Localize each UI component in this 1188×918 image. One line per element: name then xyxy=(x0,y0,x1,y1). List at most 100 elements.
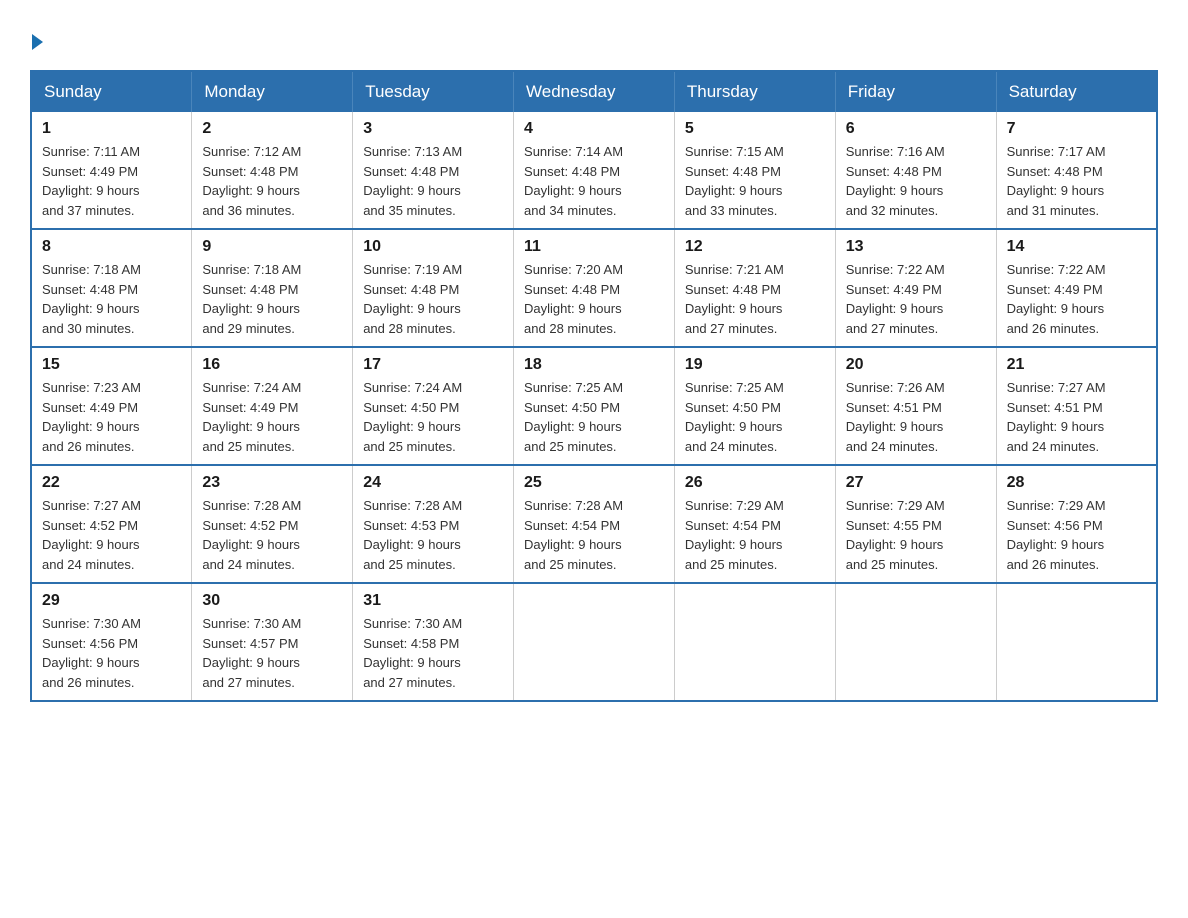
day-number: 1 xyxy=(42,120,181,138)
calendar-body: 1 Sunrise: 7:11 AMSunset: 4:49 PMDaylight… xyxy=(31,112,1157,701)
day-of-week-header: Saturday xyxy=(996,71,1157,112)
calendar-cell: 9 Sunrise: 7:18 AMSunset: 4:48 PMDaylight… xyxy=(192,229,353,347)
calendar-cell: 30 Sunrise: 7:30 AMSunset: 4:57 PMDayligh… xyxy=(192,583,353,701)
calendar-cell: 16 Sunrise: 7:24 AMSunset: 4:49 PMDayligh… xyxy=(192,347,353,465)
day-number: 16 xyxy=(202,356,342,374)
day-info: Sunrise: 7:18 AMSunset: 4:48 PMDaylight:… xyxy=(202,260,342,338)
day-info: Sunrise: 7:20 AMSunset: 4:48 PMDaylight:… xyxy=(524,260,664,338)
day-info: Sunrise: 7:30 AMSunset: 4:58 PMDaylight:… xyxy=(363,614,503,692)
day-info: Sunrise: 7:28 AMSunset: 4:53 PMDaylight:… xyxy=(363,496,503,574)
calendar-cell: 28 Sunrise: 7:29 AMSunset: 4:56 PMDayligh… xyxy=(996,465,1157,583)
calendar-cell: 24 Sunrise: 7:28 AMSunset: 4:53 PMDayligh… xyxy=(353,465,514,583)
day-info: Sunrise: 7:22 AMSunset: 4:49 PMDaylight:… xyxy=(1007,260,1146,338)
calendar-cell: 15 Sunrise: 7:23 AMSunset: 4:49 PMDayligh… xyxy=(31,347,192,465)
calendar-cell: 31 Sunrise: 7:30 AMSunset: 4:58 PMDayligh… xyxy=(353,583,514,701)
day-of-week-header: Monday xyxy=(192,71,353,112)
calendar-cell xyxy=(674,583,835,701)
day-info: Sunrise: 7:21 AMSunset: 4:48 PMDaylight:… xyxy=(685,260,825,338)
day-info: Sunrise: 7:28 AMSunset: 4:54 PMDaylight:… xyxy=(524,496,664,574)
day-number: 20 xyxy=(846,356,986,374)
logo xyxy=(30,30,43,50)
calendar-week-row: 29 Sunrise: 7:30 AMSunset: 4:56 PMDayligh… xyxy=(31,583,1157,701)
day-info: Sunrise: 7:24 AMSunset: 4:50 PMDaylight:… xyxy=(363,378,503,456)
days-of-week-row: SundayMondayTuesdayWednesdayThursdayFrid… xyxy=(31,71,1157,112)
day-info: Sunrise: 7:17 AMSunset: 4:48 PMDaylight:… xyxy=(1007,142,1146,220)
calendar-table: SundayMondayTuesdayWednesdayThursdayFrid… xyxy=(30,70,1158,702)
day-number: 3 xyxy=(363,120,503,138)
day-info: Sunrise: 7:25 AMSunset: 4:50 PMDaylight:… xyxy=(685,378,825,456)
day-info: Sunrise: 7:15 AMSunset: 4:48 PMDaylight:… xyxy=(685,142,825,220)
day-info: Sunrise: 7:28 AMSunset: 4:52 PMDaylight:… xyxy=(202,496,342,574)
calendar-cell: 14 Sunrise: 7:22 AMSunset: 4:49 PMDayligh… xyxy=(996,229,1157,347)
day-number: 31 xyxy=(363,592,503,610)
day-info: Sunrise: 7:27 AMSunset: 4:51 PMDaylight:… xyxy=(1007,378,1146,456)
day-info: Sunrise: 7:25 AMSunset: 4:50 PMDaylight:… xyxy=(524,378,664,456)
day-number: 22 xyxy=(42,474,181,492)
day-of-week-header: Sunday xyxy=(31,71,192,112)
day-of-week-header: Tuesday xyxy=(353,71,514,112)
calendar-cell: 4Sunrise: 7:14 AMSunset: 4:48 PMDaylight… xyxy=(514,112,675,229)
day-number: 18 xyxy=(524,356,664,374)
calendar-cell: 11 Sunrise: 7:20 AMSunset: 4:48 PMDayligh… xyxy=(514,229,675,347)
day-info: Sunrise: 7:19 AMSunset: 4:48 PMDaylight:… xyxy=(363,260,503,338)
calendar-cell: 2Sunrise: 7:12 AMSunset: 4:48 PMDaylight… xyxy=(192,112,353,229)
calendar-cell xyxy=(514,583,675,701)
calendar-week-row: 15 Sunrise: 7:23 AMSunset: 4:49 PMDayligh… xyxy=(31,347,1157,465)
day-of-week-header: Friday xyxy=(835,71,996,112)
day-info: Sunrise: 7:12 AMSunset: 4:48 PMDaylight:… xyxy=(202,142,342,220)
day-number: 7 xyxy=(1007,120,1146,138)
day-info: Sunrise: 7:23 AMSunset: 4:49 PMDaylight:… xyxy=(42,378,181,456)
day-number: 14 xyxy=(1007,238,1146,256)
calendar-cell: 17 Sunrise: 7:24 AMSunset: 4:50 PMDayligh… xyxy=(353,347,514,465)
day-of-week-header: Wednesday xyxy=(514,71,675,112)
calendar-cell: 6 Sunrise: 7:16 AMSunset: 4:48 PMDaylight… xyxy=(835,112,996,229)
day-number: 29 xyxy=(42,592,181,610)
calendar-cell: 13 Sunrise: 7:22 AMSunset: 4:49 PMDayligh… xyxy=(835,229,996,347)
day-number: 6 xyxy=(846,120,986,138)
calendar-cell: 5 Sunrise: 7:15 AMSunset: 4:48 PMDaylight… xyxy=(674,112,835,229)
calendar-cell: 3 Sunrise: 7:13 AMSunset: 4:48 PMDaylight… xyxy=(353,112,514,229)
calendar-week-row: 8 Sunrise: 7:18 AMSunset: 4:48 PMDaylight… xyxy=(31,229,1157,347)
calendar-header: SundayMondayTuesdayWednesdayThursdayFrid… xyxy=(31,71,1157,112)
day-number: 23 xyxy=(202,474,342,492)
day-of-week-header: Thursday xyxy=(674,71,835,112)
calendar-cell: 1 Sunrise: 7:11 AMSunset: 4:49 PMDaylight… xyxy=(31,112,192,229)
day-info: Sunrise: 7:11 AMSunset: 4:49 PMDaylight:… xyxy=(42,142,181,220)
day-info: Sunrise: 7:13 AMSunset: 4:48 PMDaylight:… xyxy=(363,142,503,220)
day-number: 17 xyxy=(363,356,503,374)
day-info: Sunrise: 7:24 AMSunset: 4:49 PMDaylight:… xyxy=(202,378,342,456)
day-number: 24 xyxy=(363,474,503,492)
calendar-cell: 29 Sunrise: 7:30 AMSunset: 4:56 PMDayligh… xyxy=(31,583,192,701)
day-info: Sunrise: 7:22 AMSunset: 4:49 PMDaylight:… xyxy=(846,260,986,338)
day-number: 28 xyxy=(1007,474,1146,492)
day-number: 4 xyxy=(524,120,664,138)
calendar-cell: 22 Sunrise: 7:27 AMSunset: 4:52 PMDayligh… xyxy=(31,465,192,583)
day-number: 11 xyxy=(524,238,664,256)
logo-arrow-icon xyxy=(32,34,43,50)
day-info: Sunrise: 7:29 AMSunset: 4:56 PMDaylight:… xyxy=(1007,496,1146,574)
calendar-cell: 25 Sunrise: 7:28 AMSunset: 4:54 PMDayligh… xyxy=(514,465,675,583)
day-number: 10 xyxy=(363,238,503,256)
day-number: 15 xyxy=(42,356,181,374)
day-number: 30 xyxy=(202,592,342,610)
calendar-cell: 26 Sunrise: 7:29 AMSunset: 4:54 PMDayligh… xyxy=(674,465,835,583)
calendar-cell: 27Sunrise: 7:29 AMSunset: 4:55 PMDayligh… xyxy=(835,465,996,583)
day-info: Sunrise: 7:18 AMSunset: 4:48 PMDaylight:… xyxy=(42,260,181,338)
day-info: Sunrise: 7:16 AMSunset: 4:48 PMDaylight:… xyxy=(846,142,986,220)
calendar-cell: 20Sunrise: 7:26 AMSunset: 4:51 PMDayligh… xyxy=(835,347,996,465)
day-number: 8 xyxy=(42,238,181,256)
day-number: 5 xyxy=(685,120,825,138)
day-number: 12 xyxy=(685,238,825,256)
calendar-cell: 7 Sunrise: 7:17 AMSunset: 4:48 PMDaylight… xyxy=(996,112,1157,229)
calendar-cell: 18 Sunrise: 7:25 AMSunset: 4:50 PMDayligh… xyxy=(514,347,675,465)
calendar-cell xyxy=(996,583,1157,701)
day-number: 13 xyxy=(846,238,986,256)
day-info: Sunrise: 7:30 AMSunset: 4:57 PMDaylight:… xyxy=(202,614,342,692)
day-number: 25 xyxy=(524,474,664,492)
day-info: Sunrise: 7:30 AMSunset: 4:56 PMDaylight:… xyxy=(42,614,181,692)
day-number: 26 xyxy=(685,474,825,492)
day-info: Sunrise: 7:29 AMSunset: 4:54 PMDaylight:… xyxy=(685,496,825,574)
page-header xyxy=(30,30,1158,50)
day-number: 9 xyxy=(202,238,342,256)
day-info: Sunrise: 7:27 AMSunset: 4:52 PMDaylight:… xyxy=(42,496,181,574)
